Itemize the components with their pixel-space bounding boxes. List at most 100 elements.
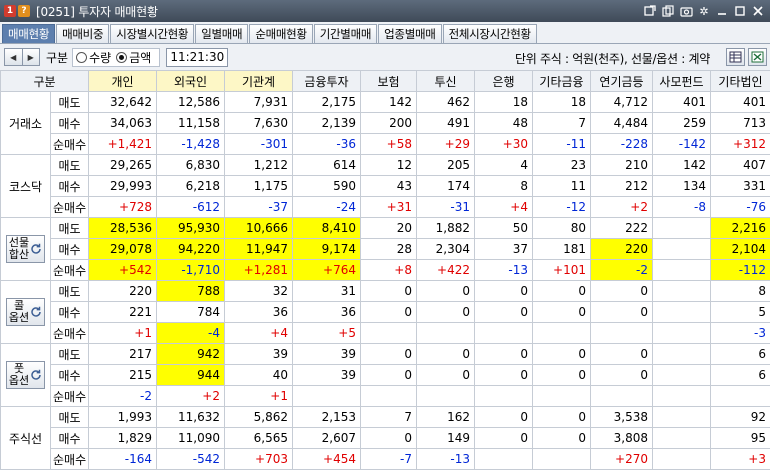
column-header[interactable]: 구분 (0, 70, 89, 92)
value-cell: 36 (224, 301, 293, 323)
row-kind-label: 매도 (50, 280, 89, 302)
value-cell: 18 (532, 91, 591, 113)
camera-icon[interactable] (678, 3, 694, 19)
value-cell: 32,642 (88, 91, 157, 113)
value-cell: -7 (360, 448, 417, 470)
value-cell: 2,607 (292, 427, 361, 449)
window-controls: ✲ (642, 3, 766, 19)
value-cell: 174 (416, 175, 475, 197)
value-cell: 713 (710, 112, 770, 134)
value-cell: 259 (652, 112, 711, 134)
table-row: 순매수 +542 -1,710 +1,281 +764 +8 +422 -13 +101 -2 -1… (1, 259, 770, 281)
column-header[interactable]: 기타법인 (710, 70, 770, 92)
value-cell: +1 (224, 385, 293, 407)
screen-number-badge[interactable]: 1 (4, 5, 16, 17)
value-cell: +454 (292, 448, 361, 470)
radio-amount[interactable]: 금액 (116, 49, 151, 66)
value-cell: -542 (156, 448, 225, 470)
unit-radio-group: 수량 금액 (72, 47, 161, 67)
grid-settings-icon[interactable] (726, 48, 745, 66)
column-header[interactable]: 개인 (88, 70, 157, 92)
value-cell: 0 (532, 343, 591, 365)
value-cell: -228 (590, 133, 653, 155)
minimize-icon[interactable] (714, 3, 730, 19)
table-row: 매수 221 784 36 36 0 0 0 0 0 5 (1, 301, 770, 323)
value-cell: 4,712 (590, 91, 653, 113)
value-cell: +312 (710, 133, 770, 155)
value-cell: -612 (156, 196, 225, 218)
value-cell: 462 (416, 91, 475, 113)
time-field[interactable]: 11:21:30 (166, 47, 229, 67)
copy-icon[interactable] (660, 3, 676, 19)
value-cell: 0 (532, 427, 591, 449)
row-kind-label: 매수 (50, 238, 89, 260)
value-cell: -1,710 (156, 259, 225, 281)
excel-export-icon[interactable] (748, 48, 767, 66)
value-cell: 2,175 (292, 91, 361, 113)
radio-amount-dot[interactable] (116, 51, 128, 63)
prev-next-spinner[interactable]: ◀ ▶ (4, 48, 40, 66)
group-refresh-button[interactable]: 풋 옵션 (5, 361, 46, 389)
value-cell: 39 (292, 364, 361, 386)
value-cell: +101 (532, 259, 591, 281)
column-header[interactable]: 기타금융 (532, 70, 591, 92)
table-row: 선물 합산 매도 28,536 95,930 10,666 8,410 20 1,882 50 80… (0, 217, 770, 281)
row-kind-label: 매도 (50, 217, 89, 239)
value-cell: 12,586 (156, 91, 225, 113)
value-cell: 944 (156, 364, 225, 386)
table-row: 순매수 +728 -612 -37 -24 +31 -31 +4 -12 +2 -8 -76 (1, 196, 770, 218)
column-header[interactable]: 금융투자 (292, 70, 361, 92)
value-cell: 0 (532, 280, 591, 302)
column-header[interactable]: 은행 (474, 70, 533, 92)
unit-info: 단위 주식 : 억원(천주), 선물/옵션 : 계약 (515, 52, 710, 66)
close-icon[interactable] (750, 3, 766, 19)
value-cell: -11 (532, 133, 591, 155)
tab-0[interactable]: 매매현황 (2, 24, 56, 43)
title-bar: 1 ? [0251] 투자자 매매현황 ✲ (0, 0, 770, 22)
column-header[interactable]: 보험 (360, 70, 417, 92)
prev-arrow-icon[interactable]: ◀ (5, 49, 22, 65)
group-label-line: 합산 (8, 248, 30, 261)
value-cell: 32 (224, 280, 293, 302)
value-cell: -37 (224, 196, 293, 218)
value-cell: 614 (292, 154, 361, 176)
value-cell: 12 (360, 154, 417, 176)
value-cell: 80 (532, 217, 591, 239)
value-cell: 2,216 (710, 217, 770, 239)
column-header[interactable]: 사모펀드 (652, 70, 711, 92)
value-cell: +8 (360, 259, 417, 281)
tab-5[interactable]: 기간별매매 (313, 24, 378, 43)
maximize-icon[interactable] (732, 3, 748, 19)
column-header[interactable]: 연기금등 (590, 70, 653, 92)
radio-quantity[interactable]: 수량 (76, 49, 111, 66)
tab-7[interactable]: 전체시장시간현황 (442, 24, 537, 43)
value-cell: 8 (474, 175, 533, 197)
table-row: 매수 29,078 94,220 11,947 9,174 28 2,304 37 181 220… (1, 238, 770, 260)
tab-2[interactable]: 시장별시간현황 (110, 24, 195, 43)
next-arrow-icon[interactable]: ▶ (21, 49, 39, 65)
value-cell (474, 322, 533, 344)
value-cell: 221 (88, 301, 157, 323)
column-header[interactable]: 투신 (416, 70, 475, 92)
group-refresh-button[interactable]: 콜 옵션 (5, 298, 46, 326)
value-cell: +5 (292, 322, 361, 344)
value-cell: 9,174 (292, 238, 361, 260)
gear-icon[interactable]: ✲ (696, 3, 712, 19)
value-cell: 28 (360, 238, 417, 260)
row-kind-label: 매도 (50, 406, 89, 428)
table-row: 거래소 매도 32,642 12,586 7,931 2,175 142 462 18 18 4,7… (0, 91, 770, 155)
group-refresh-button[interactable]: 선물 합산 (5, 235, 46, 263)
help-badge[interactable]: ? (18, 5, 30, 17)
tab-1[interactable]: 매매비중 (56, 24, 110, 43)
column-header[interactable]: 외국인 (156, 70, 225, 92)
tab-3[interactable]: 일별매매 (195, 24, 249, 43)
tab-4[interactable]: 순매매현황 (249, 24, 313, 43)
link-icon[interactable] (642, 3, 658, 19)
row-kind-label: 매수 (50, 175, 89, 197)
value-cell (652, 217, 711, 239)
value-cell: -3 (710, 322, 770, 344)
radio-quantity-dot[interactable] (76, 51, 88, 63)
tab-6[interactable]: 업종별매매 (378, 24, 442, 43)
investor-trading-table: 구분 개인 외국인 기관계 금융투자 보험 투신 은행 기타금융 연기금등 사모펀드 기타법인 거래소… (0, 70, 770, 470)
column-header[interactable]: 기관계 (224, 70, 293, 92)
